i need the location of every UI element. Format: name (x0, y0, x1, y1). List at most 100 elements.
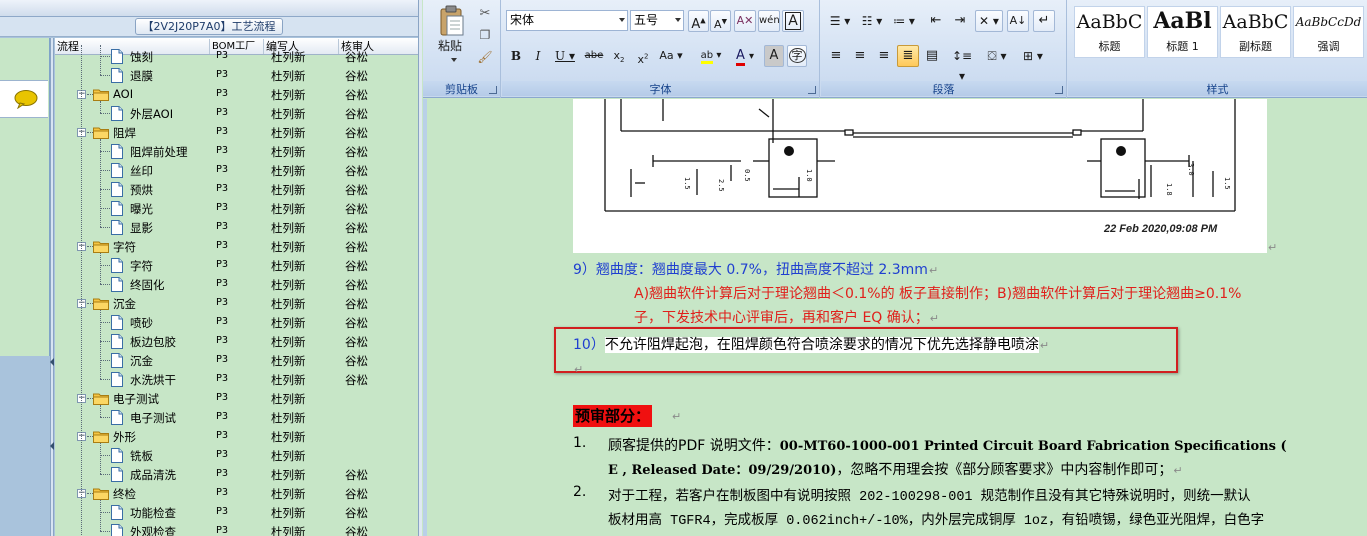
writer-cell: 杜列新 (271, 126, 306, 140)
tree-item-row[interactable]: 阻焊前处理 P3 杜列新 谷松 (55, 142, 418, 161)
tree-folder-row[interactable]: − AOI P3 杜列新 谷松 (55, 85, 418, 104)
shrink-font-button[interactable]: A▼ (710, 10, 731, 32)
style-emphasis-name: 强调 (1317, 40, 1340, 53)
writer-cell: 杜列新 (271, 50, 306, 64)
tree-item-row[interactable]: 水洗烘干 P3 杜列新 谷松 (55, 370, 418, 389)
subscript-button[interactable]: x2 (608, 45, 630, 67)
highlight-color-button[interactable]: ab ▾ (694, 45, 728, 67)
tree-item-row[interactable]: 成品清洗 P3 杜列新 谷松 (55, 465, 418, 484)
tree-item-row[interactable]: 喷砂 P3 杜列新 谷松 (55, 313, 418, 332)
item-9-line: 9）翘曲度：翘曲度最大 0.7%，扭曲高度不超过 2.3mm↵ (573, 259, 938, 279)
justify-button[interactable]: ≣ (897, 45, 919, 67)
grow-font-button[interactable]: A▲ (688, 10, 709, 32)
font-color-button[interactable]: A ▾ (730, 45, 760, 67)
enclose-characters-button[interactable]: 字 (787, 45, 807, 67)
ribbon: 粘贴 ✂ ❐ 🖌 剪贴板 宋体 五号 A▲ A▼ A✕ wén A B I U … (423, 0, 1367, 98)
line-spacing-button[interactable]: ↕≡ ▾ (947, 45, 977, 83)
font-size-combo[interactable]: 五号 (630, 10, 684, 31)
tree-folder-row[interactable]: − 阻焊 P3 杜列新 谷松 (55, 123, 418, 142)
tree-folder-row[interactable]: − 字符 P3 杜列新 谷松 (55, 237, 418, 256)
left-scrollbar[interactable] (418, 0, 422, 536)
collapse-arrow-icon[interactable] (50, 442, 54, 450)
font-launcher-icon[interactable] (808, 86, 816, 94)
tree-folder-row[interactable]: − 终检 P3 杜列新 谷松 (55, 484, 418, 503)
tree-connector (100, 265, 110, 266)
writer-cell: 杜列新 (271, 183, 306, 197)
align-left-button[interactable]: ≡ (825, 45, 847, 67)
tree-folder-row[interactable]: − 沉金 P3 杜列新 谷松 (55, 294, 418, 313)
style-heading1[interactable]: AaBl 标题 1 (1147, 6, 1218, 58)
character-border-button[interactable]: A (782, 10, 804, 32)
sort-button[interactable]: A↓ (1007, 10, 1029, 32)
tree-item-row[interactable]: 功能检查 P3 杜列新 谷松 (55, 503, 418, 522)
align-center-button[interactable]: ≡ (849, 45, 871, 67)
tree-folder-row[interactable]: − 外形 P3 杜列新 (55, 427, 418, 446)
font-name-combo[interactable]: 宋体 (506, 10, 628, 31)
tree-item-row[interactable]: 预烘 P3 杜列新 谷松 (55, 180, 418, 199)
tree-item-row[interactable]: 板边包胶 P3 杜列新 谷松 (55, 332, 418, 351)
clipboard-launcher-icon[interactable] (489, 86, 497, 94)
collapse-arrow-icon[interactable] (50, 358, 54, 366)
tree-connector (100, 113, 110, 114)
style-emphasis[interactable]: AaBbCcDd 强调 (1293, 6, 1364, 58)
panel-splitter[interactable] (50, 38, 54, 536)
bom-factory-cell: P3 (216, 411, 229, 422)
italic-button[interactable]: I (528, 45, 548, 67)
tree-item-row[interactable]: 字符 P3 杜列新 谷松 (55, 256, 418, 275)
bold-button[interactable]: B (506, 45, 526, 67)
style-subtitle[interactable]: AaBbC 副标题 (1220, 6, 1291, 58)
copy-button[interactable]: ❐ (475, 24, 495, 46)
bullets-button[interactable]: ☰ ▾ (825, 10, 855, 32)
phonetic-guide-button[interactable]: wén (758, 10, 780, 32)
format-painter-button[interactable]: 🖌 (475, 46, 495, 68)
align-left-icon: ≡ (830, 48, 842, 63)
tree-item-row[interactable]: 终固化 P3 杜列新 谷松 (55, 275, 418, 294)
tree-item-row[interactable]: 丝印 P3 杜列新 谷松 (55, 161, 418, 180)
align-right-button[interactable]: ≡ (873, 45, 895, 67)
style-subtitle-name: 副标题 (1239, 40, 1272, 53)
change-case-button[interactable]: Aa ▾ (656, 45, 686, 67)
tree-item-row[interactable]: 显影 P3 杜列新 谷松 (55, 218, 418, 237)
chat-button[interactable] (0, 80, 48, 118)
item-9-sub-text-1: A)翘曲软件计算后对于理论翘曲＜0.1%的 板子直接制作；B)翘曲软件计算后对于… (634, 286, 1242, 302)
cut-button[interactable]: ✂ (475, 2, 495, 24)
tree-item-row[interactable]: 电子测试 P3 杜列新 (55, 408, 418, 427)
clear-format-button[interactable]: A✕ (734, 10, 756, 32)
left-toolbar (0, 0, 418, 17)
paste-button[interactable]: 粘贴 (431, 2, 471, 68)
superscript-button[interactable]: x2 (632, 45, 654, 67)
tree-folder-row[interactable]: − 电子测试 P3 杜列新 (55, 389, 418, 408)
tree-item-row[interactable]: 外观检查 P3 杜列新 谷松 (55, 522, 418, 536)
tree-item-row[interactable]: 铣板 P3 杜列新 (55, 446, 418, 465)
writer-cell: 杜列新 (271, 259, 306, 273)
numbering-button[interactable]: ☷ ▾ (857, 10, 887, 32)
asian-layout-button[interactable]: ✕ ▾ (975, 10, 1003, 32)
bom-factory-cell: P3 (216, 126, 229, 137)
underline-icon: U ▾ (555, 49, 575, 63)
borders-button[interactable]: ⊞ ▾ (1017, 45, 1049, 67)
increase-indent-button[interactable]: ⇥ (949, 10, 971, 32)
paragraph-launcher-icon[interactable] (1055, 86, 1063, 94)
distributed-button[interactable]: ▤ (921, 45, 943, 67)
character-shading-button[interactable]: A (764, 45, 784, 67)
tree-item-row[interactable]: 蚀刻 P3 杜列新 谷松 (55, 47, 418, 66)
tree-item-row[interactable]: 沉金 P3 杜列新 谷松 (55, 351, 418, 370)
style-title[interactable]: AaBbC 标题 (1074, 6, 1145, 58)
distributed-icon: ▤ (925, 48, 939, 63)
copy-icon: ❐ (479, 28, 491, 42)
underline-button[interactable]: U ▾ (552, 45, 578, 67)
document-area[interactable]: 1.5 2.5 0.5 1.0 3.0 1.8 1.5 22 Feb 2020,… (423, 99, 1367, 536)
tree-item-name: 丝印 (130, 164, 153, 178)
strikethrough-button[interactable]: abe (582, 45, 606, 67)
multilevel-list-button[interactable]: ≔ ▾ (889, 10, 919, 32)
tree-item-row[interactable]: 外层AOI P3 杜列新 谷松 (55, 104, 418, 123)
shading-button[interactable]: ⛋ ▾ (981, 45, 1013, 67)
decrease-indent-button[interactable]: ⇤ (925, 10, 947, 32)
flow-title-tab[interactable]: 【2V2J20P7A0】工艺流程 (135, 18, 283, 35)
show-marks-button[interactable]: ↵ (1033, 10, 1055, 32)
tree-item-row[interactable]: 退膜 P3 杜列新 谷松 (55, 66, 418, 85)
reviewer-cell: 谷松 (345, 221, 368, 235)
bom-factory-cell: P3 (216, 145, 229, 156)
tree-item-row[interactable]: 曝光 P3 杜列新 谷松 (55, 199, 418, 218)
review-item-1-line-1: 顾客提供的PDF 说明文件：00-MT60-1000-001 Printed C… (608, 435, 1287, 455)
